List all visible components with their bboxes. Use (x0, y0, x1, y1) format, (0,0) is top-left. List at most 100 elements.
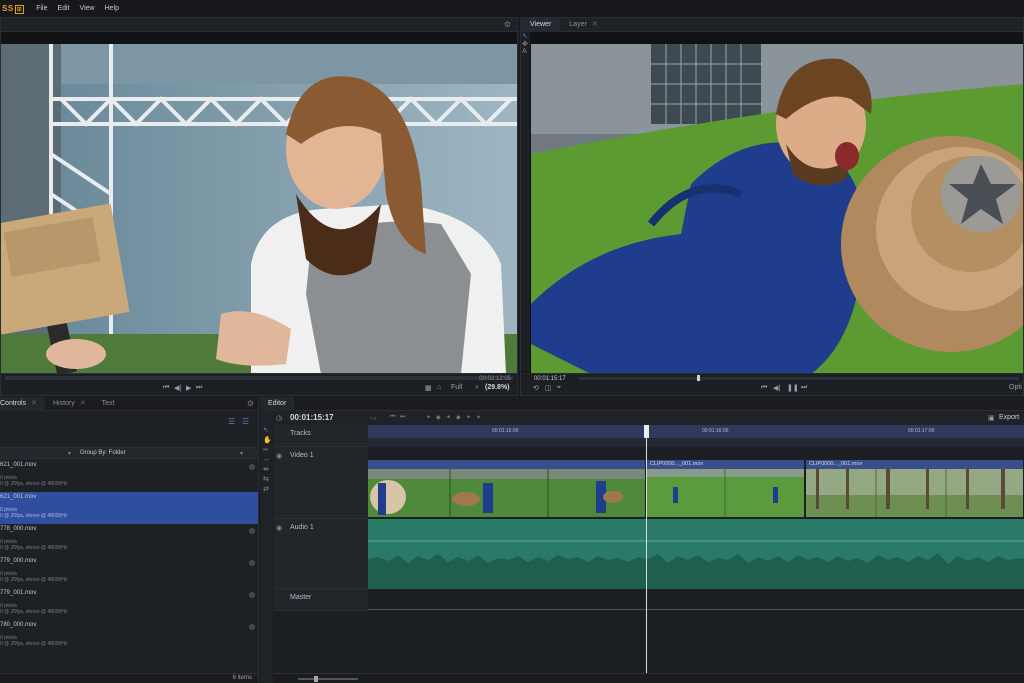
chevron-down-icon[interactable]: ▾ (240, 450, 243, 457)
ruler-tick: 00:01:16:00 (702, 428, 729, 434)
tab-text[interactable]: Text (94, 397, 123, 411)
pan-tool-icon[interactable]: ✥ (521, 40, 530, 48)
tab-layer[interactable]: Layer ✕ (560, 18, 606, 32)
master-track-header[interactable]: Master (274, 589, 368, 611)
group-by-select[interactable]: Group By: Folder (80, 450, 126, 456)
eye-icon[interactable]: ◉ (276, 452, 282, 460)
close-icon[interactable]: ✕ (80, 400, 86, 407)
razor-tool-icon[interactable]: ✂ (260, 445, 273, 455)
gear-icon[interactable]: ⚙ (247, 399, 254, 408)
audio-track-lane[interactable] (368, 519, 1024, 589)
slide-tool-icon[interactable]: ⇹ (260, 464, 273, 474)
media-item-name: 779_001.mov (0, 590, 37, 596)
playhead-handle[interactable] (644, 425, 649, 438)
media-item[interactable]: 778_000.mov 0 pixels 0 @ 25fps, stereo @ … (0, 524, 258, 556)
close-icon[interactable]: ✕ (592, 21, 598, 28)
loop-icon[interactable]: ⟲ (533, 384, 539, 392)
media-item[interactable]: 779_000.mov 0 pixels 0 @ 25fps, stereo @ … (0, 556, 258, 588)
prev-marker-button[interactable]: ⏮ (390, 414, 395, 421)
mark-icon[interactable]: ⌖ (557, 384, 561, 392)
tab-editor[interactable]: Editor (260, 396, 295, 411)
ruler-tick: 00:01:17:00 (908, 428, 935, 434)
slip-tool-icon[interactable]: ↔ (260, 455, 273, 464)
select-tool-icon[interactable]: ↖ (260, 425, 273, 435)
trimmer-controls: 00:02:12:05 ⏮ ◀| ▶ ⏭ ▦ ⌂ Full ⌕ (29.8%) (1, 373, 517, 395)
viewer-timecode: 00:01:15:17 (534, 376, 566, 382)
video-clip[interactable] (368, 460, 646, 517)
video-clip[interactable]: CLIP0000..._001.mov (647, 460, 805, 517)
trimmer-scrubber[interactable] (5, 376, 513, 380)
lock-icon[interactable]: ✦ (476, 414, 481, 421)
media-item-info: 0 pixels 0 @ 25fps, stereo @ 48000Hz (0, 507, 68, 519)
hand-tool-icon[interactable]: ✋ (260, 435, 273, 445)
gear-icon[interactable]: ⚙ (504, 20, 511, 29)
media-item[interactable]: 621_001.mov 0 pixels 0 @ 25fps, stereo @ … (0, 460, 258, 492)
ripple-icon[interactable]: ✦ (426, 414, 431, 421)
snap-icon[interactable]: ◫ (545, 384, 552, 392)
clip-title: CLIP0000..._001.mov (806, 460, 1023, 469)
link-icon[interactable]: ✦ (466, 414, 471, 421)
media-item[interactable]: 779_001.mov 0 pixels 0 @ 25fps, stereo @ … (0, 588, 258, 620)
media-item-selected[interactable]: 621_001.mov 0 pixels 0 @ 25fps, stereo @ … (0, 492, 258, 524)
close-icon[interactable]: ✕ (31, 400, 37, 407)
audio-track-header[interactable]: ◉ Audio 1 (274, 519, 368, 589)
trimmer-image[interactable] (1, 44, 517, 374)
media-item[interactable]: 780_000.mov 0 pixels 0 @ 25fps, stereo @ … (0, 620, 258, 652)
previous-frame-button[interactable]: ⏮ (163, 384, 169, 392)
master-track-lane[interactable] (368, 589, 1024, 683)
editor-panel: Editor ◷ 00:01:15:17 ▭ ⏮ ⏭ ✦ ◆ ✦ ◆ ✦ ✦ ▣… (260, 396, 1024, 683)
media-item-name: 779_000.mov (0, 558, 37, 564)
roll-tool-icon[interactable]: ⇄ (260, 484, 273, 494)
menu-view[interactable]: View (80, 5, 95, 12)
viewer-back-button[interactable]: ◀| (773, 384, 780, 392)
tab-viewer[interactable]: Viewer (521, 18, 561, 32)
cap-frame (531, 44, 1023, 374)
viewer-next-button[interactable]: ⏭ (801, 384, 807, 392)
select-tool-icon[interactable]: ↖ (521, 32, 530, 40)
editor-timecode[interactable]: 00:01:15:17 (290, 413, 334, 422)
zoom-slider-handle[interactable] (314, 676, 318, 682)
marker-icon[interactable]: ◆ (436, 414, 441, 421)
video-track-lane[interactable]: CLIP0000..._001.mov CLIP0000..._001.mov (368, 460, 1024, 518)
menu-edit[interactable]: Edit (57, 5, 69, 12)
master-track-name: Master (290, 594, 312, 601)
text-tool-icon[interactable]: A (521, 48, 530, 55)
options-button[interactable]: Opti (1009, 384, 1022, 391)
quality-select[interactable]: Full (451, 384, 462, 391)
timeline-playhead[interactable] (646, 425, 647, 673)
next-marker-button[interactable]: ⏭ (400, 414, 405, 421)
viewer-scrubber[interactable] (579, 377, 1019, 380)
video-clip[interactable]: CLIP0000..._001.mov (806, 460, 1024, 517)
speaker-icon[interactable]: ◉ (276, 524, 282, 532)
tab-controls[interactable]: Controls ✕ (0, 396, 45, 411)
zoom-icon[interactable]: ⌕ (475, 384, 479, 392)
detail-view-icon[interactable]: ☰ (242, 417, 249, 426)
next-frame-button[interactable]: ⏭ (196, 384, 202, 392)
video-track-header[interactable]: ◉ Video 1 (274, 447, 368, 519)
tab-history[interactable]: History ✕ (45, 397, 94, 411)
play-button[interactable]: ▶ (186, 384, 191, 392)
zoom-level[interactable]: (29.8%) (485, 384, 510, 391)
list-view-icon[interactable]: ☰ (228, 417, 235, 426)
viewer-pause-button[interactable]: ❚❚ (787, 384, 799, 392)
zoom-slider[interactable] (298, 678, 358, 680)
chevron-down-icon[interactable]: ▾ (68, 450, 71, 457)
step-back-button[interactable]: ◀| (174, 384, 181, 392)
viewer-prev-button[interactable]: ⏮ (761, 384, 767, 392)
viewer-playhead[interactable] (697, 375, 700, 381)
menu-help[interactable]: Help (105, 5, 119, 12)
snap-toggle-icon[interactable]: ▭ (370, 414, 377, 422)
media-item-name: 780_000.mov (0, 622, 37, 628)
audio-waveform[interactable] (368, 519, 1024, 589)
keyframe-icon[interactable]: ◆ (456, 414, 461, 421)
export-button[interactable]: Export (999, 414, 1019, 421)
viewer-image[interactable] (531, 44, 1023, 374)
resolution-icon[interactable]: ▦ (425, 384, 432, 392)
camera-icon[interactable]: ⌂ (437, 384, 441, 391)
media-item-status-icon (249, 592, 255, 598)
timeline-ruler[interactable]: 00:01:15:00 00:01:16:00 00:01:17:00 (368, 425, 1024, 447)
editor-toolbar: ◷ 00:01:15:17 ▭ ⏮ ⏭ ✦ ◆ ✦ ◆ ✦ ✦ ▣ Export (260, 411, 1024, 425)
menu-file[interactable]: File (36, 5, 47, 12)
ripple-tool-icon[interactable]: ⇆ (260, 474, 273, 484)
slice-icon[interactable]: ✦ (446, 414, 451, 421)
